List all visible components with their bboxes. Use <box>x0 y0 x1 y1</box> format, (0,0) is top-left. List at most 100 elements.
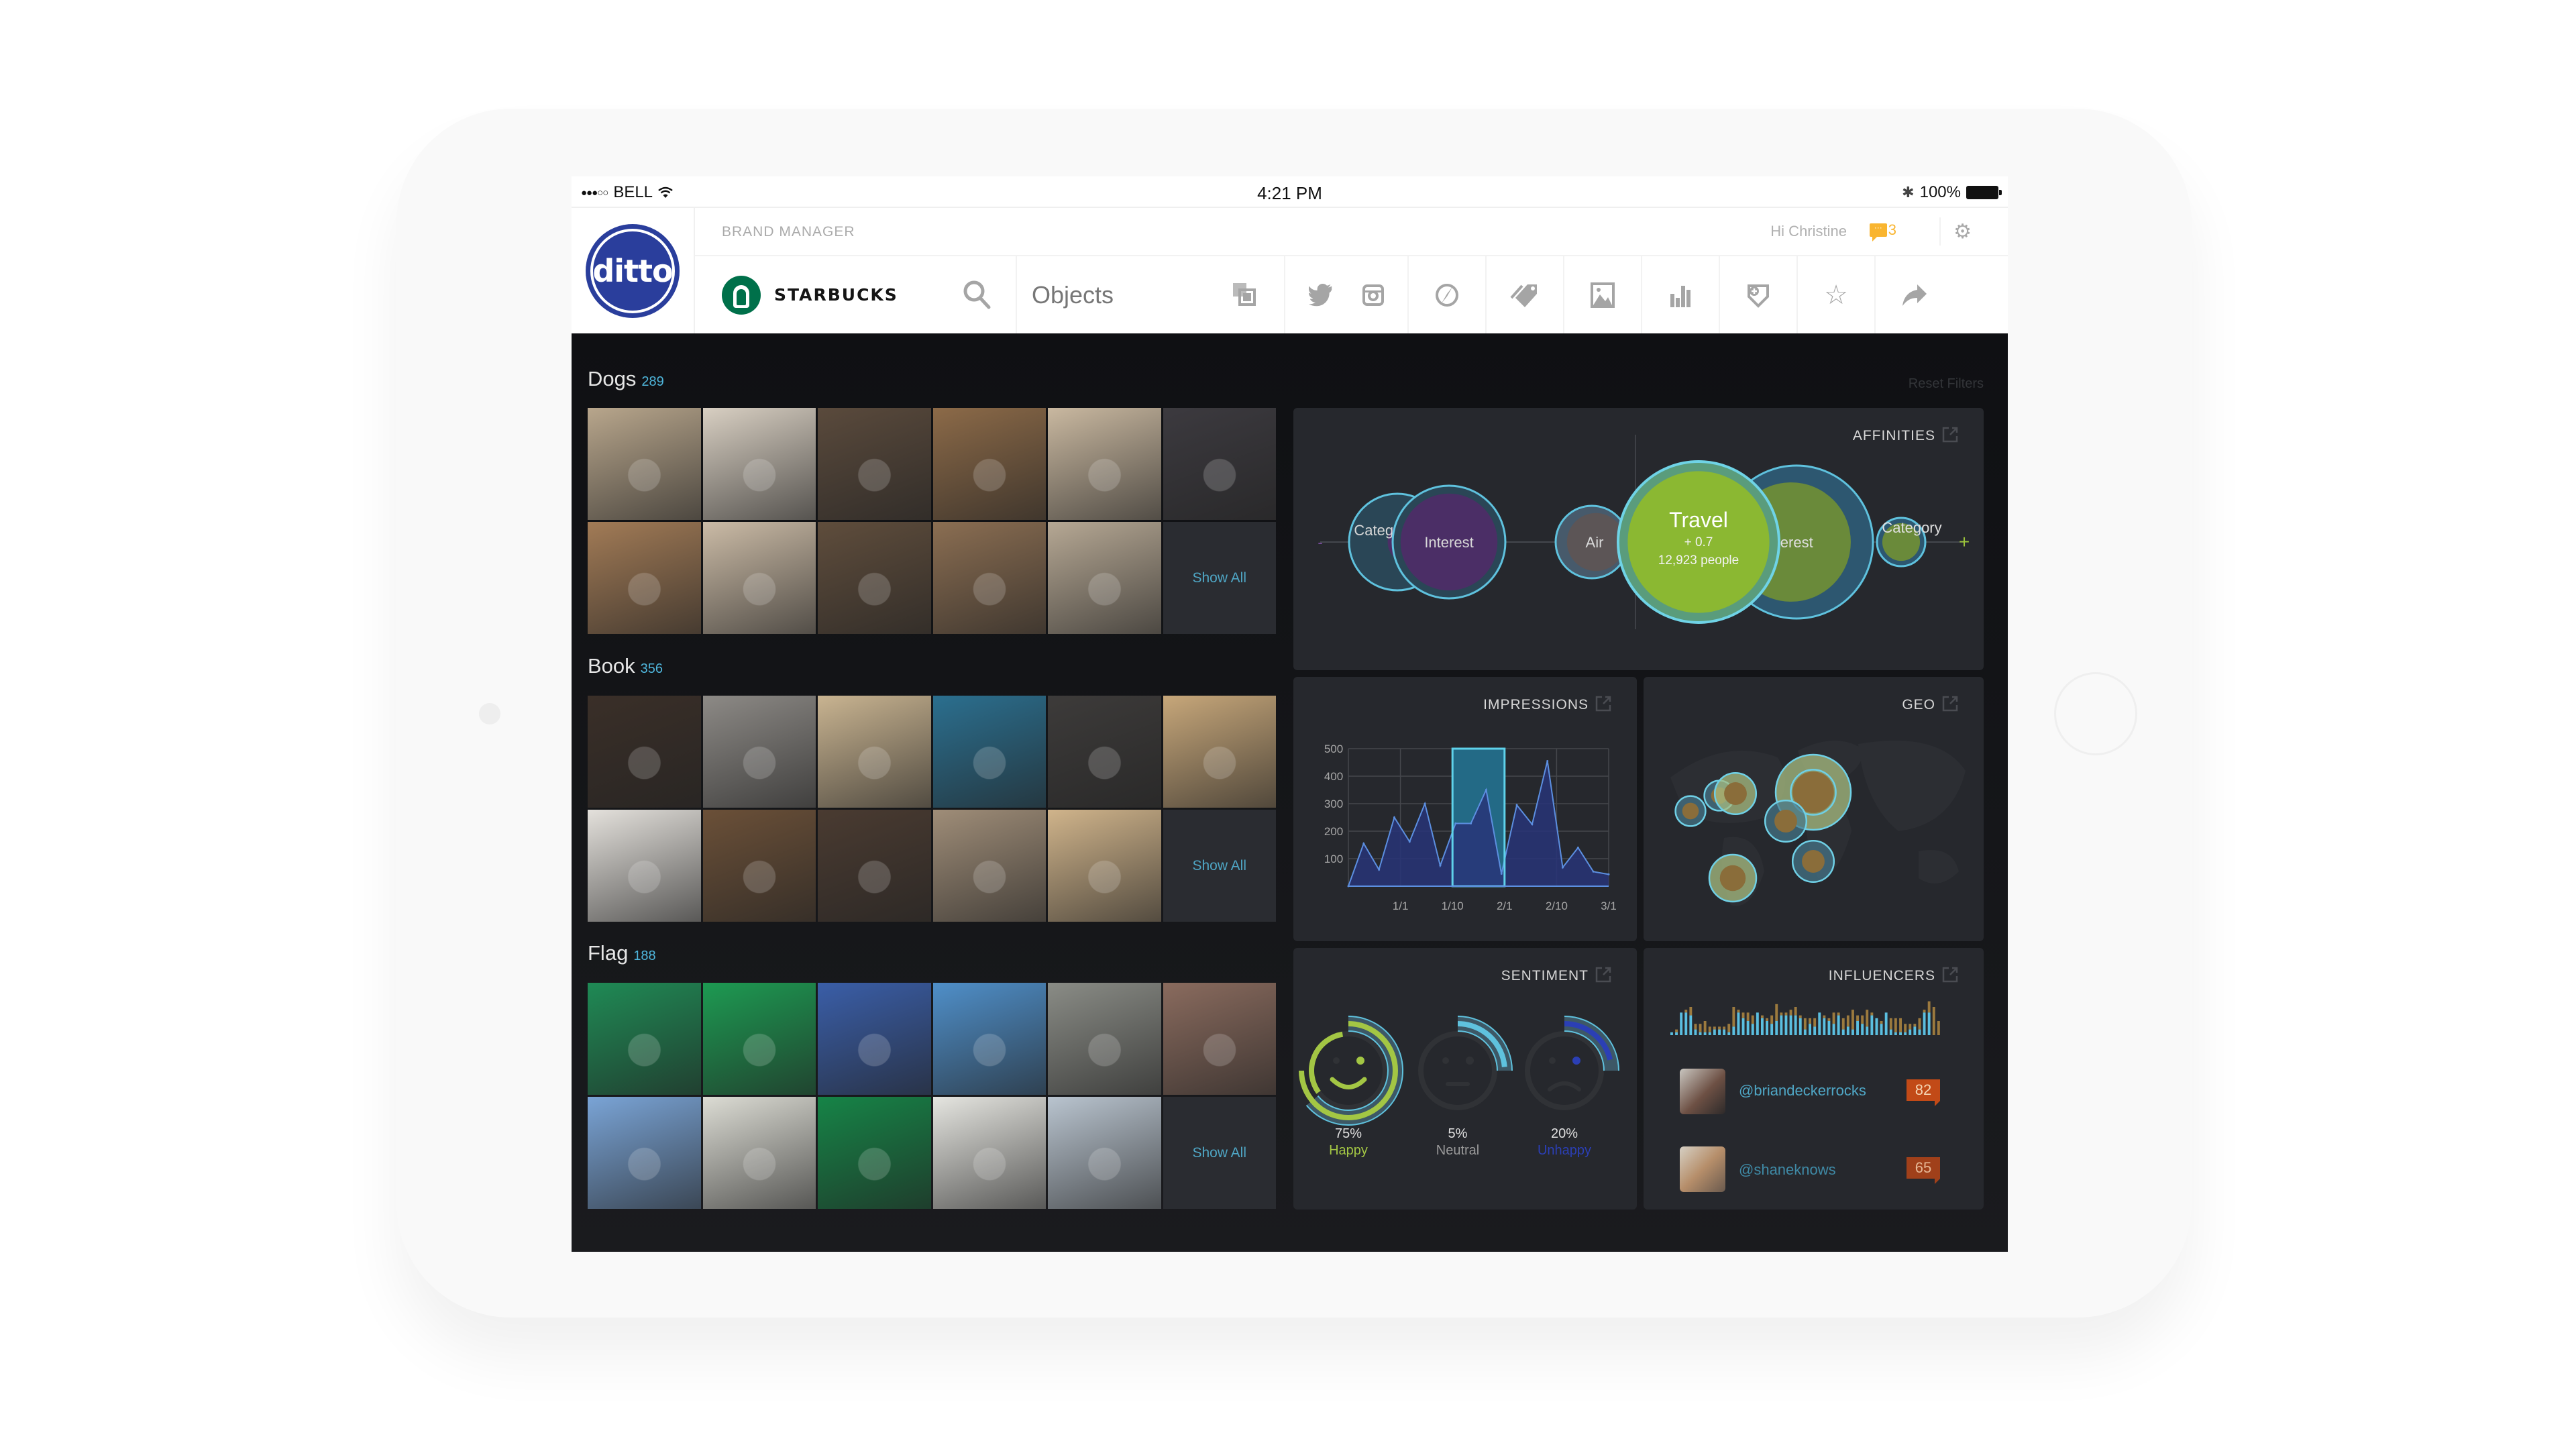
messages-button[interactable]: ··· 3 <box>1869 221 1896 241</box>
impressions-panel[interactable]: 100 200 300 400 500 1/1 1/10 2/1 2/10 3/1 IMPRESS… <box>1293 677 1637 941</box>
nav-compass[interactable] <box>1409 256 1487 333</box>
geo-panel[interactable]: GEO <box>1644 677 1984 941</box>
show-all-button[interactable]: Show All <box>1163 810 1276 922</box>
twitter-icon[interactable] <box>1309 283 1336 307</box>
image-thumbnail[interactable] <box>702 696 816 808</box>
image-thumbnail[interactable] <box>818 522 931 634</box>
activity-bar-blue <box>1703 1032 1707 1035</box>
social-filter[interactable] <box>1285 256 1409 333</box>
geo-map[interactable] <box>1644 677 1984 941</box>
activity-bar-blue <box>1799 1018 1802 1035</box>
geo-bubble-inner <box>1682 802 1699 820</box>
nav-analytics[interactable] <box>1642 256 1720 333</box>
image-thumbnail[interactable] <box>702 522 816 634</box>
image-thumbnail[interactable] <box>818 810 931 922</box>
impressions-chart[interactable]: 100 200 300 400 500 1/1 1/10 2/1 2/10 3/1 <box>1293 677 1637 941</box>
activity-bar-gold <box>1718 1026 1721 1030</box>
image-thumbnail[interactable] <box>588 810 701 922</box>
nav-favorites[interactable]: ☆ <box>1798 256 1876 333</box>
image-thumbnail[interactable] <box>1048 696 1161 808</box>
affinities-chart[interactable]: - +CategoryInterest Air InterestCategoryTra… <box>1293 408 1984 670</box>
image-thumbnail[interactable] <box>818 696 931 808</box>
image-thumbnail[interactable] <box>818 408 931 520</box>
brand-selector[interactable]: STARBUCKS <box>695 256 1017 333</box>
sentiment-percent: 75% <box>1335 1126 1362 1141</box>
search-field[interactable] <box>1017 256 1285 333</box>
image-thumbnail[interactable] <box>588 522 701 634</box>
ditto-logo[interactable]: ditto <box>586 223 680 318</box>
image-thumbnail[interactable] <box>818 1097 931 1209</box>
image-icon <box>1591 282 1615 308</box>
search-input[interactable] <box>1032 280 1206 309</box>
activity-bar-blue <box>1761 1018 1764 1035</box>
external-link-icon[interactable] <box>1942 696 1958 712</box>
external-link-icon[interactable] <box>1942 967 1958 983</box>
sentiment-panel[interactable]: 75% Happy 5% Neutral 20% Unhappy SENTIMENT <box>1293 948 1637 1210</box>
image-thumbnail[interactable] <box>702 1097 816 1209</box>
image-thumbnail[interactable] <box>588 983 701 1095</box>
image-thumbnail[interactable] <box>932 696 1046 808</box>
geo-bubble-inner <box>1802 850 1825 873</box>
image-thumbnail[interactable] <box>702 810 816 922</box>
image-thumbnail[interactable] <box>932 1097 1046 1209</box>
bar-chart-icon <box>1670 285 1690 307</box>
influencer-handle[interactable]: @briandeckerrocks <box>1739 1082 1866 1099</box>
search-icon[interactable] <box>962 279 991 310</box>
sentiment-label: Unhappy <box>1538 1143 1591 1158</box>
image-thumbnail[interactable] <box>1048 810 1161 922</box>
nav-images[interactable] <box>1564 256 1642 333</box>
activity-bar-gold <box>1889 1018 1892 1030</box>
image-thumbnail[interactable] <box>1163 696 1276 808</box>
activity-bar-blue <box>1699 1032 1702 1035</box>
image-thumbnail[interactable] <box>1163 983 1276 1095</box>
image-thumbnail[interactable] <box>588 696 701 808</box>
nav-add-tag[interactable] <box>1720 256 1798 333</box>
home-button[interactable] <box>2054 672 2137 755</box>
show-all-button[interactable]: Show All <box>1163 522 1276 634</box>
image-thumbnail[interactable] <box>1048 408 1161 520</box>
nav-share[interactable] <box>1876 256 1953 333</box>
continent-asia <box>1858 741 1966 831</box>
image-thumbnail[interactable] <box>1163 408 1276 520</box>
objects-icon[interactable] <box>1232 282 1257 307</box>
image-thumbnail[interactable] <box>932 408 1046 520</box>
activity-bar-gold <box>1880 1021 1883 1024</box>
activity-bar-gold <box>1784 1012 1788 1016</box>
image-thumbnail[interactable] <box>702 408 816 520</box>
x-tick-label: 1/1 <box>1393 900 1409 912</box>
image-thumbnail[interactable] <box>588 408 701 520</box>
image-thumbnail[interactable] <box>588 1097 701 1209</box>
image-thumbnail[interactable] <box>818 983 931 1095</box>
nav-toolbar: STARBUCKS ☆ <box>695 256 2008 333</box>
image-thumbnail[interactable] <box>1048 522 1161 634</box>
avatar[interactable] <box>1680 1146 1725 1192</box>
activity-bar-gold <box>1703 1021 1707 1032</box>
face-eye <box>1442 1057 1449 1064</box>
data-point <box>1393 816 1395 818</box>
image-thumbnail[interactable] <box>1048 1097 1161 1209</box>
gear-icon[interactable]: ⚙ <box>1953 220 1972 244</box>
affinities-panel[interactable]: - + Category Interest Air Interest Category Tra… <box>1293 408 1984 670</box>
image-thumbnail[interactable] <box>932 983 1046 1095</box>
user-greeting[interactable]: Hi Christine <box>1770 223 1847 240</box>
activity-bar-gold <box>1813 1018 1817 1027</box>
image-thumbnail[interactable] <box>1048 983 1161 1095</box>
panel-title: IMPRESSIONS <box>1483 697 1589 712</box>
image-thumbnail[interactable] <box>932 810 1046 922</box>
external-link-icon[interactable] <box>1595 696 1611 712</box>
instagram-icon[interactable] <box>1362 284 1384 306</box>
influencer-handle[interactable]: @shaneknows <box>1739 1161 1836 1179</box>
activity-bar-blue <box>1880 1024 1883 1035</box>
show-all-button[interactable]: Show All <box>1163 1097 1276 1209</box>
influencer-score: 65 <box>1907 1157 1940 1179</box>
nav-tags[interactable] <box>1487 256 1564 333</box>
image-thumbnail[interactable] <box>932 522 1046 634</box>
avatar[interactable] <box>1680 1069 1725 1114</box>
external-link-icon[interactable] <box>1595 967 1611 983</box>
reset-filters-link[interactable]: Reset Filters <box>1909 376 1984 392</box>
activity-bar-blue <box>1927 1012 1931 1035</box>
image-thumbnail[interactable] <box>702 983 816 1095</box>
external-link-icon[interactable] <box>1942 427 1958 443</box>
sentiment-chart[interactable]: 75% Happy 5% Neutral 20% Unhappy <box>1293 948 1637 1210</box>
influencers-panel[interactable]: INFLUENCERS @briandeckerrocks 82 @shanek… <box>1644 948 1984 1210</box>
